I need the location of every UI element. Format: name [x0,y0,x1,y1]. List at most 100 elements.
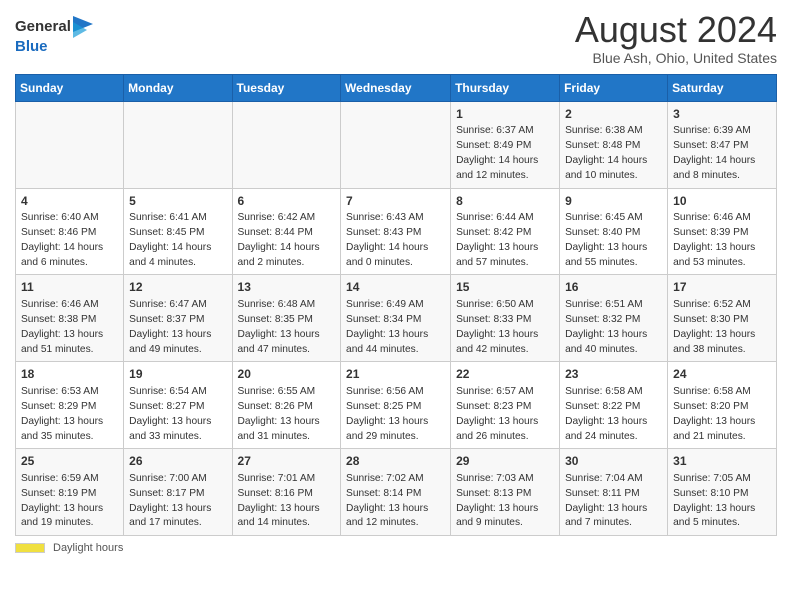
calendar-week-row: 18 Sunrise: 6:53 AM Sunset: 8:29 PM Dayli… [16,362,777,449]
day-info: Sunrise: 6:46 AM Sunset: 8:38 PM Dayligh… [21,298,118,357]
day-number: 26 [129,453,226,470]
calendar-cell [232,101,341,188]
day-info: Sunrise: 6:38 AM Sunset: 8:48 PM Dayligh… [565,124,662,183]
calendar-cell: 1Sunrise: 6:37 AM Sunset: 8:49 PM Daylig… [451,101,560,188]
calendar-cell: 25Sunrise: 6:59 AM Sunset: 8:19 PM Dayli… [16,449,124,536]
day-info: Sunrise: 7:05 AM Sunset: 8:10 PM Dayligh… [673,472,771,531]
day-info: Sunrise: 6:43 AM Sunset: 8:43 PM Dayligh… [346,211,445,270]
calendar-week-row: 4Sunrise: 6:40 AM Sunset: 8:46 PM Daylig… [16,188,777,275]
calendar-cell: 13 Sunrise: 6:48 AM Sunset: 8:35 PM Dayli… [232,275,341,362]
calendar-day-header: Friday [560,74,668,101]
logo-blue-text: Blue [15,38,48,55]
day-number: 14 [346,279,445,296]
calendar-cell: 23Sunrise: 6:58 AM Sunset: 8:22 PM Dayli… [560,362,668,449]
day-info: Sunrise: 6:59 AM Sunset: 8:19 PM Dayligh… [21,472,118,531]
day-info: Sunrise: 6:39 AM Sunset: 8:47 PM Dayligh… [673,124,771,183]
day-number: 11 [21,279,118,296]
day-number: 17 [673,279,771,296]
logo: General Blue [15,16,93,56]
day-info: Sunrise: 7:03 AM Sunset: 8:13 PM Dayligh… [456,472,554,531]
header: General Blue August 2024 Blue Ash, Ohio,… [15,10,777,66]
calendar-cell: 19 Sunrise: 6:54 AM Sunset: 8:27 PM Dayli… [124,362,232,449]
day-info: Sunrise: 6:45 AM Sunset: 8:40 PM Dayligh… [565,211,662,270]
day-info: Sunrise: 6:58 AM Sunset: 8:22 PM Dayligh… [565,385,662,444]
calendar-cell: 2Sunrise: 6:38 AM Sunset: 8:48 PM Daylig… [560,101,668,188]
day-number: 5 [129,193,226,210]
calendar-cell: 12Sunrise: 6:47 AM Sunset: 8:37 PM Dayli… [124,275,232,362]
day-info: Sunrise: 6:56 AM Sunset: 8:25 PM Dayligh… [346,385,445,444]
calendar-cell: 9Sunrise: 6:45 AM Sunset: 8:40 PM Daylig… [560,188,668,275]
day-number: 19 [129,366,226,383]
calendar-cell: 28 Sunrise: 7:02 AM Sunset: 8:14 PM Dayli… [341,449,451,536]
day-info: Sunrise: 6:50 AM Sunset: 8:33 PM Dayligh… [456,298,554,357]
day-info: Sunrise: 7:02 AM Sunset: 8:14 PM Dayligh… [346,472,445,531]
calendar-cell: 6Sunrise: 6:42 AM Sunset: 8:44 PM Daylig… [232,188,341,275]
calendar-cell: 18 Sunrise: 6:53 AM Sunset: 8:29 PM Dayli… [16,362,124,449]
day-number: 24 [673,366,771,383]
logo-general-text: General [15,19,71,36]
day-info: Sunrise: 6:53 AM Sunset: 8:29 PM Dayligh… [21,385,118,444]
calendar-cell: 20 Sunrise: 6:55 AM Sunset: 8:26 PM Dayli… [232,362,341,449]
day-number: 27 [238,453,336,470]
calendar-cell: 30 Sunrise: 7:04 AM Sunset: 8:11 PM Dayli… [560,449,668,536]
day-info: Sunrise: 6:37 AM Sunset: 8:49 PM Dayligh… [456,124,554,183]
day-info: Sunrise: 6:40 AM Sunset: 8:46 PM Dayligh… [21,211,118,270]
day-info: Sunrise: 6:57 AM Sunset: 8:23 PM Dayligh… [456,385,554,444]
day-info: Sunrise: 6:41 AM Sunset: 8:45 PM Dayligh… [129,211,226,270]
calendar-cell: 29 Sunrise: 7:03 AM Sunset: 8:13 PM Dayli… [451,449,560,536]
calendar-table: SundayMondayTuesdayWednesdayThursdayFrid… [15,74,777,537]
calendar-cell: 24 Sunrise: 6:58 AM Sunset: 8:20 PM Dayli… [668,362,777,449]
day-number: 20 [238,366,336,383]
calendar-day-header: Monday [124,74,232,101]
calendar-cell: 15Sunrise: 6:50 AM Sunset: 8:33 PM Dayli… [451,275,560,362]
day-number: 30 [565,453,662,470]
day-number: 13 [238,279,336,296]
day-number: 22 [456,366,554,383]
calendar-cell: 3Sunrise: 6:39 AM Sunset: 8:47 PM Daylig… [668,101,777,188]
day-info: Sunrise: 7:00 AM Sunset: 8:17 PM Dayligh… [129,472,226,531]
calendar-cell: 17Sunrise: 6:52 AM Sunset: 8:30 PM Dayli… [668,275,777,362]
calendar-cell: 8Sunrise: 6:44 AM Sunset: 8:42 PM Daylig… [451,188,560,275]
page-title: August 2024 [575,10,777,50]
day-number: 18 [21,366,118,383]
day-number: 31 [673,453,771,470]
day-info: Sunrise: 7:04 AM Sunset: 8:11 PM Dayligh… [565,472,662,531]
calendar-day-header: Sunday [16,74,124,101]
daylight-bar-icon [15,543,45,553]
calendar-week-row: 11 Sunrise: 6:46 AM Sunset: 8:38 PM Dayli… [16,275,777,362]
day-number: 1 [456,106,554,123]
calendar-cell: 10Sunrise: 6:46 AM Sunset: 8:39 PM Dayli… [668,188,777,275]
calendar-cell: 7Sunrise: 6:43 AM Sunset: 8:43 PM Daylig… [341,188,451,275]
day-info: Sunrise: 6:58 AM Sunset: 8:20 PM Dayligh… [673,385,771,444]
calendar-cell: 21Sunrise: 6:56 AM Sunset: 8:25 PM Dayli… [341,362,451,449]
day-info: Sunrise: 6:48 AM Sunset: 8:35 PM Dayligh… [238,298,336,357]
calendar-cell [341,101,451,188]
day-info: Sunrise: 6:51 AM Sunset: 8:32 PM Dayligh… [565,298,662,357]
day-number: 7 [346,193,445,210]
calendar-cell [16,101,124,188]
calendar-day-header: Wednesday [341,74,451,101]
day-number: 9 [565,193,662,210]
calendar-day-header: Thursday [451,74,560,101]
day-info: Sunrise: 6:42 AM Sunset: 8:44 PM Dayligh… [238,211,336,270]
day-number: 29 [456,453,554,470]
day-info: Sunrise: 6:44 AM Sunset: 8:42 PM Dayligh… [456,211,554,270]
calendar-cell: 16Sunrise: 6:51 AM Sunset: 8:32 PM Dayli… [560,275,668,362]
calendar-cell: 27Sunrise: 7:01 AM Sunset: 8:16 PM Dayli… [232,449,341,536]
day-info: Sunrise: 6:46 AM Sunset: 8:39 PM Dayligh… [673,211,771,270]
daylight-label: Daylight hours [53,542,123,554]
calendar-cell: 11 Sunrise: 6:46 AM Sunset: 8:38 PM Dayli… [16,275,124,362]
calendar-header-row: SundayMondayTuesdayWednesdayThursdayFrid… [16,74,777,101]
day-info: Sunrise: 6:54 AM Sunset: 8:27 PM Dayligh… [129,385,226,444]
day-number: 28 [346,453,445,470]
day-number: 12 [129,279,226,296]
calendar-week-row: 1Sunrise: 6:37 AM Sunset: 8:49 PM Daylig… [16,101,777,188]
day-info: Sunrise: 6:55 AM Sunset: 8:26 PM Dayligh… [238,385,336,444]
calendar-cell: 26 Sunrise: 7:00 AM Sunset: 8:17 PM Dayli… [124,449,232,536]
calendar-week-row: 25Sunrise: 6:59 AM Sunset: 8:19 PM Dayli… [16,449,777,536]
day-number: 3 [673,106,771,123]
day-number: 6 [238,193,336,210]
page-subtitle: Blue Ash, Ohio, United States [575,50,777,66]
title-area: August 2024 Blue Ash, Ohio, United State… [575,10,777,66]
calendar-day-header: Tuesday [232,74,341,101]
